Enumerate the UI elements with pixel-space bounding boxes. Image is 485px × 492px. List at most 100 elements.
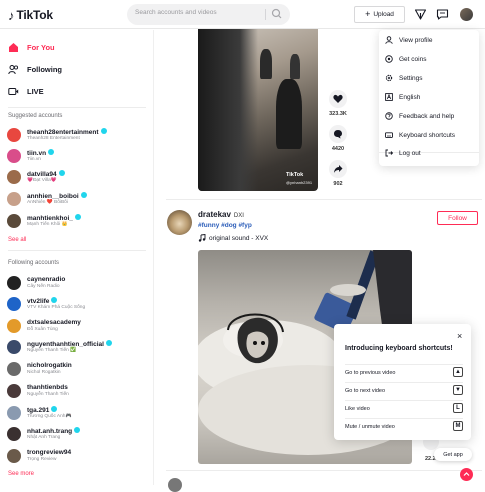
user-icon — [385, 36, 393, 44]
search-input[interactable]: Search accounts and videos — [135, 9, 217, 16]
following-account[interactable]: tga.291 Trương Quốc Anh🎮 — [7, 405, 147, 422]
see-all-link[interactable]: See all — [8, 237, 26, 243]
top-bar: ♪ TikTok Search accounts and videos + Up… — [0, 0, 485, 29]
help-icon — [385, 112, 393, 120]
following-account[interactable]: caynenradio Cây Nến Radio — [7, 275, 147, 292]
nav-following[interactable]: Following — [8, 64, 62, 75]
verified-badge-icon — [58, 170, 65, 176]
suggested-account[interactable]: theanh28entertainment Theanh28 Entertain… — [7, 127, 147, 144]
comment-button[interactable]: 4420 — [328, 125, 348, 152]
suggested-account[interactable]: tiin.vn Tiin.vn — [7, 148, 147, 165]
home-icon — [9, 43, 18, 52]
verified-badge-icon — [51, 406, 58, 412]
avatar — [7, 276, 21, 290]
author-avatar[interactable] — [167, 210, 192, 235]
account-name: nguyenthanhtien_official — [27, 340, 112, 348]
coin-icon — [385, 55, 393, 63]
search-bar[interactable]: Search accounts and videos — [127, 4, 290, 25]
avatar — [7, 214, 21, 228]
post-divider — [166, 199, 482, 200]
like-count: 323.3K — [329, 111, 347, 117]
nav-for-you[interactable]: For You — [8, 42, 55, 53]
heart-icon — [333, 94, 343, 103]
search-icon[interactable] — [270, 7, 284, 21]
following-account[interactable]: trongreview94 Trọng Review — [7, 448, 147, 465]
sidebar-divider — [8, 250, 146, 251]
account-name: datvilla94 — [27, 170, 65, 178]
inbox-send-icon[interactable] — [414, 8, 427, 21]
avatar — [7, 362, 21, 376]
account-name: tiin.vn — [27, 149, 55, 157]
account-nickname: Nhật Anh Trang — [27, 435, 61, 440]
account-nickname: Theanh28 Entertainment — [27, 136, 80, 141]
arrow-down-key-icon: ▼ — [453, 385, 463, 395]
nav-label: LIVE — [27, 87, 44, 96]
menu-view-profile[interactable]: View profile — [385, 33, 475, 47]
following-account[interactable]: dxtsalesacademy Đỗ Xuân Tùng — [7, 318, 147, 335]
share-icon — [334, 165, 343, 173]
following-account[interactable]: nguyenthanhtien_official Nguyễn Thanh Ti… — [7, 339, 147, 356]
account-name: caynenradio — [27, 276, 66, 283]
video-frame — [276, 79, 302, 149]
account-name: tga.291 — [27, 406, 58, 414]
get-app-button[interactable]: Get app — [434, 448, 472, 461]
following-account[interactable]: thanhtienbds Nguyễn Thanh Tiến — [7, 383, 147, 400]
like-button[interactable]: 323.3K — [328, 90, 348, 117]
tiktok-note-icon: ♪ — [8, 7, 15, 23]
shortcut-label: Mute / unmute video — [345, 424, 395, 430]
menu-feedback-help[interactable]: Feedback and help — [385, 109, 475, 123]
account-name: thanhtienbds — [27, 384, 68, 391]
next-author-avatar[interactable] — [168, 478, 182, 492]
follow-button[interactable]: Follow — [437, 211, 478, 225]
menu-get-coins[interactable]: Get coins — [385, 52, 475, 66]
account-nickname: Đỗ Xuân Tùng — [27, 327, 58, 332]
menu-settings[interactable]: Settings — [385, 71, 475, 85]
sidebar-divider — [8, 107, 146, 108]
account-name: manhtienkhoi_ — [27, 214, 81, 222]
messages-icon[interactable] — [436, 8, 449, 21]
live-icon — [8, 88, 19, 95]
language-icon — [385, 93, 393, 101]
avatar — [7, 384, 21, 398]
video-watermark: TikTok — [286, 172, 304, 178]
shortcut-label: Go to next video — [345, 388, 386, 394]
post-sound-link[interactable]: original sound - XVX — [198, 234, 268, 242]
comment-icon — [334, 130, 342, 139]
tiktok-logo[interactable]: ♪ TikTok — [8, 7, 53, 23]
logo-text: TikTok — [16, 8, 54, 22]
keyboard-icon — [385, 132, 393, 138]
post-hashtags[interactable]: #funny #dog #fyp — [198, 222, 252, 229]
account-name: trongreview94 — [27, 449, 72, 456]
nav-live[interactable]: LIVE — [8, 86, 44, 97]
profile-avatar[interactable] — [460, 8, 473, 21]
see-more-link[interactable]: See more — [8, 471, 34, 477]
menu-log-out[interactable]: Log out — [385, 146, 475, 160]
arrow-up-key-icon: ▲ — [453, 367, 463, 377]
upload-label: Upload — [373, 11, 394, 18]
menu-keyboard-shortcuts[interactable]: Keyboard shortcuts — [385, 128, 475, 142]
account-name: nicholrogatkin — [27, 362, 72, 369]
verified-badge-icon — [100, 128, 107, 134]
video-player[interactable]: TikTok @ynhanh2391 — [198, 29, 318, 191]
verified-badge-icon — [74, 214, 81, 220]
following-account[interactable]: nicholrogatkin Nichol Rogatkin — [7, 361, 147, 378]
account-nickname: Tiin.vn — [27, 157, 41, 162]
suggested-account[interactable]: datvilla94 💗Đạt Villa💗 — [7, 169, 147, 186]
suggested-account[interactable]: annhien__boiboi AnNhiên ❤️ BốiBối — [7, 191, 147, 208]
plus-icon: + — [365, 9, 371, 19]
scroll-to-top-button[interactable] — [460, 468, 473, 481]
avatar — [7, 149, 21, 163]
author-username: dratekav — [198, 210, 231, 219]
upload-button[interactable]: + Upload — [354, 6, 405, 23]
account-name: vtv2life — [27, 297, 58, 305]
share-button[interactable]: 902 — [328, 160, 348, 187]
avatar — [7, 406, 21, 420]
menu-language[interactable]: English — [385, 90, 475, 104]
close-icon[interactable]: × — [457, 332, 462, 341]
avatar — [7, 319, 21, 333]
author-name[interactable]: dratekav DXI — [198, 210, 244, 219]
following-account[interactable]: nhat.anh.trang Nhật Anh Trang — [7, 426, 147, 443]
suggested-account[interactable]: manhtienkhoi_ Mạnh Tiến Khôi 👑 — [7, 213, 147, 230]
video-frame — [260, 49, 272, 79]
following-account[interactable]: vtv2life VTV Khám Phá Cuộc Sống — [7, 296, 147, 313]
